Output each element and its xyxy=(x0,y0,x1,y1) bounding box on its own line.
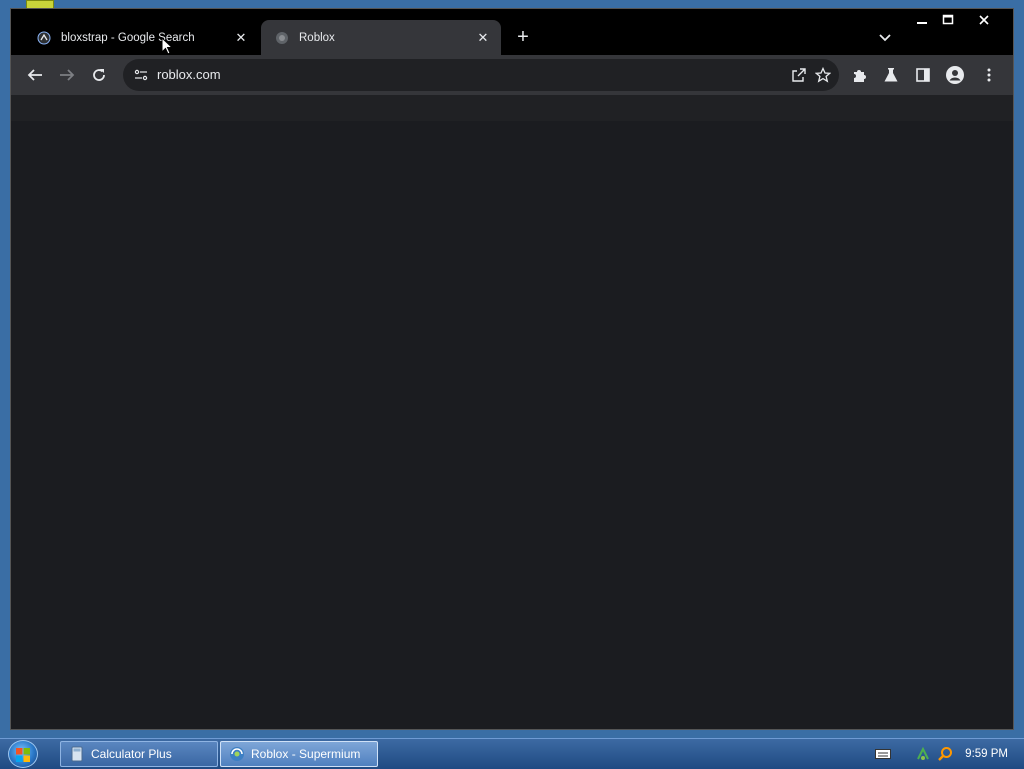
minimize-icon xyxy=(917,22,927,24)
close-tab-icon[interactable]: ✕ xyxy=(475,30,491,46)
labs-button[interactable] xyxy=(881,65,901,85)
page-content xyxy=(11,121,1013,729)
taskbar-item-supermium[interactable]: Roblox - Supermium xyxy=(220,741,378,767)
profile-icon xyxy=(946,66,964,84)
close-icon xyxy=(979,15,989,25)
url-text[interactable]: roblox.com xyxy=(157,67,221,82)
minimize-button[interactable] xyxy=(909,11,935,29)
reload-button[interactable] xyxy=(89,65,109,85)
tab-title: bloxstrap - Google Search xyxy=(61,31,195,44)
tab-google-search[interactable]: bloxstrap - Google Search ✕ xyxy=(23,20,259,55)
globe-icon xyxy=(276,31,288,44)
bookmark-bar xyxy=(11,95,1013,121)
tab-search-chevron-icon[interactable] xyxy=(875,27,895,47)
start-button[interactable] xyxy=(8,740,38,768)
browser-window: bloxstrap - Google Search ✕ Roblox ✕ + r… xyxy=(10,8,1014,730)
search-icon[interactable] xyxy=(937,746,953,762)
profile-button[interactable] xyxy=(945,65,965,85)
side-panel-icon xyxy=(916,68,930,82)
forward-button[interactable] xyxy=(57,65,77,85)
browser-toolbar: roblox.com xyxy=(11,55,1013,95)
taskbar-item-label: Calculator Plus xyxy=(91,747,172,761)
side-panel-button[interactable] xyxy=(913,65,933,85)
menu-button[interactable] xyxy=(979,65,999,85)
close-tab-icon[interactable]: ✕ xyxy=(233,30,249,46)
maximize-icon xyxy=(942,14,954,25)
supermium-icon xyxy=(230,747,244,761)
taskbar-item-label: Roblox - Supermium xyxy=(251,747,361,761)
address-bar[interactable]: roblox.com xyxy=(123,59,839,91)
system-tray: 9:59 PM xyxy=(875,739,1024,769)
arrow-left-icon xyxy=(27,69,42,81)
maximize-button[interactable] xyxy=(935,11,961,29)
google-favicon-icon xyxy=(37,31,51,44)
reload-icon xyxy=(93,69,105,81)
taskbar-clock[interactable]: 9:59 PM xyxy=(965,748,1008,760)
bookmark-button[interactable] xyxy=(813,65,833,85)
network-icon[interactable] xyxy=(915,746,931,762)
new-tab-button[interactable]: + xyxy=(511,25,535,49)
back-button[interactable] xyxy=(25,65,45,85)
tab-roblox[interactable]: Roblox ✕ xyxy=(261,20,501,55)
keyboard-icon[interactable] xyxy=(875,746,892,762)
taskbar-item-calculator[interactable]: Calculator Plus xyxy=(60,741,218,767)
mouse-cursor-icon xyxy=(161,37,173,55)
arrow-right-icon xyxy=(60,69,75,81)
close-window-button[interactable] xyxy=(961,11,1007,29)
taskbar: Calculator Plus Roblox - Supermium 9:59 … xyxy=(0,738,1024,769)
window-controls xyxy=(909,11,1007,29)
flask-icon xyxy=(884,68,898,82)
site-info-icon[interactable] xyxy=(133,67,149,83)
calculator-icon xyxy=(71,746,83,762)
share-button[interactable] xyxy=(789,65,809,85)
share-icon xyxy=(792,68,806,82)
extensions-button[interactable] xyxy=(849,65,869,85)
tab-title: Roblox xyxy=(299,31,335,44)
windows-logo-icon xyxy=(16,748,30,762)
more-vert-icon xyxy=(987,68,991,82)
puzzle-icon xyxy=(854,70,866,82)
star-icon xyxy=(815,67,831,83)
